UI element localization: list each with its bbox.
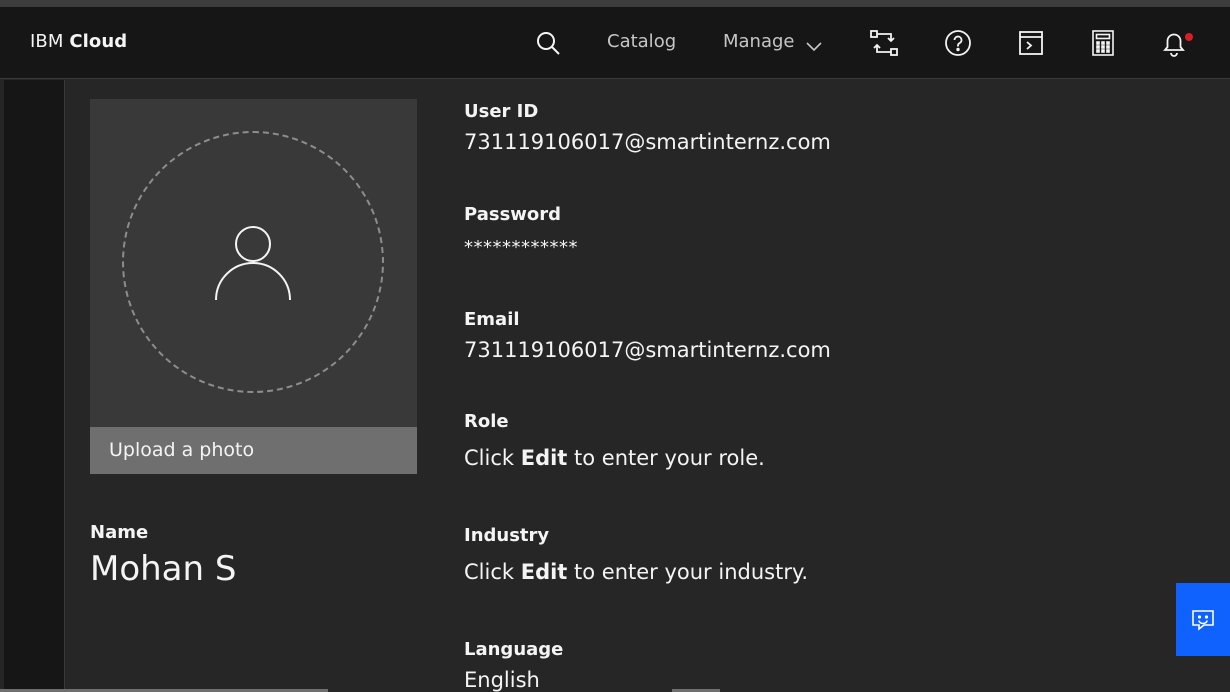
cloud-shell-icon[interactable]: [1015, 27, 1047, 59]
industry-edit-link[interactable]: Edit: [521, 560, 568, 584]
left-side-rail: [0, 80, 66, 692]
email-value: 731119106017@smartinternz.com: [464, 338, 831, 362]
password-value: ************: [464, 237, 578, 258]
industry-label: Industry: [464, 525, 550, 546]
user-id-value: 731119106017@smartinternz.com: [464, 130, 831, 154]
user-id-label: User ID: [464, 101, 539, 122]
notification-icon[interactable]: [1158, 27, 1190, 59]
help-icon[interactable]: [942, 27, 974, 59]
side-nav-panel: [4, 80, 65, 692]
notification-badge: [1185, 33, 1193, 41]
language-value: English: [464, 668, 540, 692]
email-label: Email: [464, 309, 520, 330]
upload-photo-button[interactable]: Upload a photo: [90, 427, 417, 474]
name-label: Name: [90, 522, 149, 543]
industry-hint-suffix: to enter your industry.: [567, 560, 809, 584]
profile-photo-card[interactable]: Upload a photo: [90, 99, 417, 474]
manage-menu[interactable]: Manage: [723, 31, 795, 52]
feedback-button[interactable]: [1176, 583, 1230, 656]
role-edit-link[interactable]: Edit: [521, 446, 568, 470]
chevron-down-icon[interactable]: [806, 37, 822, 56]
role-label: Role: [464, 411, 509, 432]
search-icon[interactable]: [532, 27, 564, 59]
brand-prefix: IBM: [30, 31, 64, 52]
password-label: Password: [464, 204, 562, 225]
role-hint: Click Edit to enter your role.: [464, 446, 765, 470]
role-hint-suffix: to enter your role.: [567, 446, 765, 470]
top-header: IBM Cloud Catalog Manage: [0, 7, 1230, 79]
role-hint-prefix: Click: [464, 446, 521, 470]
brand-name: Cloud: [69, 31, 128, 52]
switch-account-icon[interactable]: [868, 27, 900, 59]
feedback-chat-icon: [1192, 609, 1214, 631]
name-value: Mohan S: [90, 549, 237, 589]
industry-hint-prefix: Click: [464, 560, 521, 584]
language-label: Language: [464, 639, 564, 660]
industry-hint: Click Edit to enter your industry.: [464, 560, 808, 584]
user-avatar-icon: [214, 224, 292, 306]
cost-estimator-icon[interactable]: [1087, 27, 1119, 59]
catalog-link[interactable]: Catalog: [607, 31, 676, 52]
brand-logo[interactable]: IBM Cloud: [30, 31, 127, 52]
browser-top-strip: [0, 0, 1230, 7]
